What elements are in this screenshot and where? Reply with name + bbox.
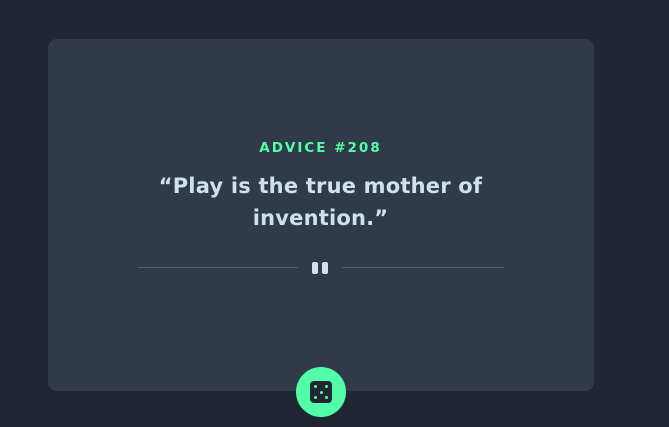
- divider-line-right: [342, 267, 504, 268]
- advice-number: ADVICE #208: [259, 140, 382, 156]
- generate-advice-button[interactable]: [296, 367, 346, 417]
- pause-icon: [312, 262, 330, 274]
- advice-quote: “Play is the true mother of invention.”: [158, 174, 483, 230]
- dice-icon: [310, 381, 332, 403]
- divider-line-left: [138, 267, 298, 268]
- divider: [138, 258, 504, 278]
